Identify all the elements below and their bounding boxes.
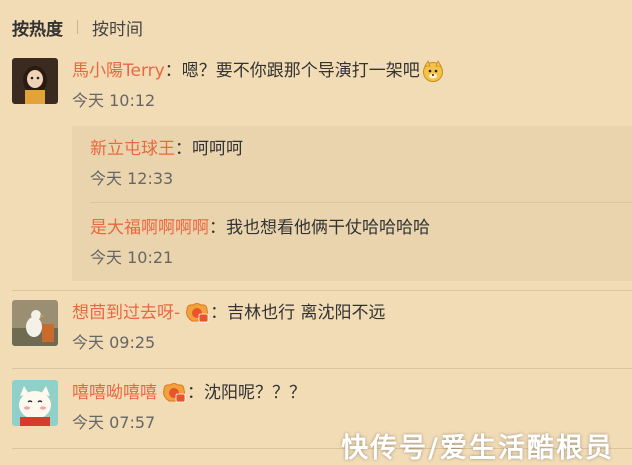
reply-time: 今天 10:21 (90, 248, 174, 267)
fan-badge-icon (161, 382, 187, 404)
username-link[interactable]: 馬小陽Terry (72, 58, 165, 84)
avatar[interactable] (12, 300, 58, 346)
reply-divider (90, 202, 632, 203)
comment-text: 嗯？要不你跟那个导演打一架吧 (181, 61, 420, 81)
comment-time: 今天 10:12 (72, 91, 156, 110)
tab-sort-by-hot[interactable]: 按热度 (12, 15, 63, 40)
reply-text: 呵呵呵 (192, 139, 243, 159)
comment-time: 今天 09:25 (72, 333, 156, 352)
comment-text: 沈阳呢？？？ (204, 383, 306, 403)
avatar[interactable] (12, 58, 58, 104)
comment-text: 吉林也行 离沈阳不远 (227, 303, 386, 323)
reply-line: 新立屯球王 ： 呵呵呵 (90, 136, 622, 162)
divider (12, 368, 632, 369)
username-link[interactable]: 嘻嘻呦嘻嘻 (72, 380, 157, 406)
comment-body: 馬小陽Terry ： 嗯？要不你跟那个导演打一架吧 今天 10:12 (72, 58, 632, 112)
comment-body: 想茴到过去呀- ： 吉林也行 离沈阳不远 今天 09:25 (72, 300, 632, 354)
reply-line: 是大福啊啊啊啊 ： 我也想看他俩干仗哈哈哈哈 (90, 215, 622, 241)
username-link[interactable]: 想茴到过去呀- (72, 300, 180, 326)
username-link[interactable]: 新立屯球王 (90, 136, 175, 162)
divider (12, 290, 632, 291)
sort-tabs: 按热度 按时间 (12, 14, 143, 40)
reply-text: 我也想看他俩干仗哈哈哈哈 (226, 218, 430, 238)
avatar[interactable] (12, 380, 58, 426)
colon: ： (209, 218, 226, 238)
comment-line: 馬小陽Terry ： 嗯？要不你跟那个导演打一架吧 (72, 58, 632, 84)
colon: ： (187, 383, 204, 403)
tab-sort-by-time[interactable]: 按时间 (92, 15, 143, 40)
reply-item: 新立屯球王 ： 呵呵呵 今天 12:33 (90, 136, 622, 190)
colon: ： (210, 303, 228, 323)
tab-separator (77, 20, 78, 34)
watermark-text: 快传号/爱生活酷根员 (341, 433, 614, 464)
replies-box: 新立屯球王 ： 呵呵呵 今天 12:33 是大福啊啊啊啊 ： 我也想看他俩干仗哈… (72, 126, 632, 281)
comment-line: 想茴到过去呀- ： 吉林也行 离沈阳不远 (72, 300, 632, 326)
colon: ： (164, 61, 182, 81)
username-link[interactable]: 是大福啊啊啊啊 (90, 215, 209, 241)
reply-item: 是大福啊啊啊啊 ： 我也想看他俩干仗哈哈哈哈 今天 10:21 (90, 215, 622, 269)
doge-emoji-icon (422, 60, 444, 82)
fan-badge-icon (184, 302, 210, 324)
reply-time: 今天 12:33 (90, 169, 174, 188)
colon: ： (175, 139, 192, 159)
comment-line: 嘻嘻呦嘻嘻 ： 沈阳呢？？？ (72, 380, 632, 406)
